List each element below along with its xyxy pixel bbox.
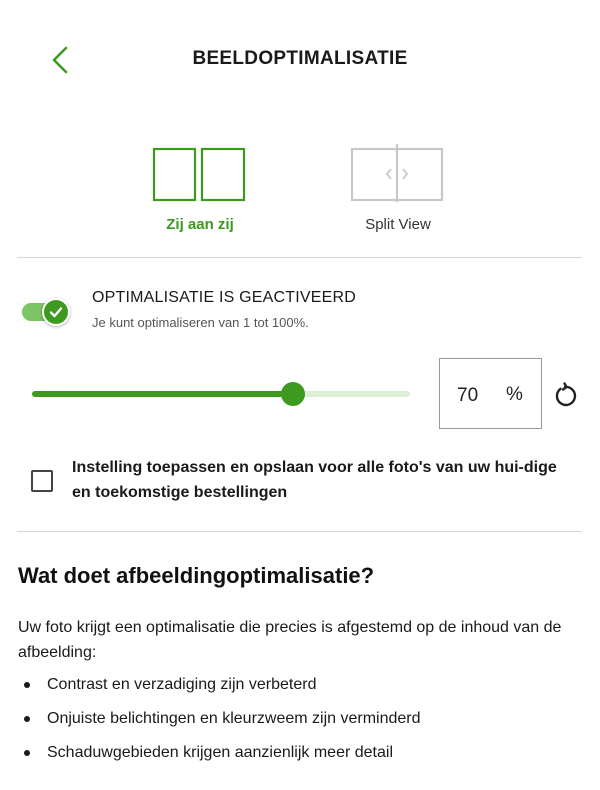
list-item-text: Onjuiste belichtingen en kleurzweem zijn… <box>47 710 421 727</box>
view-option-side-by-side[interactable]: Zij aan zij <box>120 140 280 233</box>
optimization-slider[interactable] <box>32 382 410 406</box>
slider-thumb[interactable] <box>280 382 305 406</box>
page-title: BEELDOPTIMALISATIE <box>192 48 408 69</box>
side-by-side-icon <box>152 147 246 202</box>
percentage-unit: % <box>506 384 523 405</box>
percentage-field[interactable]: % <box>439 358 542 429</box>
optimization-status-title: OPTIMALISATIE IS GEACTIVEERD <box>92 289 357 306</box>
info-intro: Uw foto krijgt een optimalisatie die pre… <box>18 619 562 661</box>
reset-icon <box>555 382 577 407</box>
view-option-label: Split View <box>365 216 431 233</box>
list-item: Onjuiste belichtingen en kleurzweem zijn… <box>18 706 578 740</box>
split-view-icon <box>350 144 444 202</box>
checkmark-icon <box>49 307 63 318</box>
percentage-input[interactable] <box>457 385 487 407</box>
divider <box>17 531 582 532</box>
apply-all-label: Instelling toepassen en opslaan voor all… <box>72 459 557 501</box>
list-item: Contrast en verzadiging zijn verbeterd <box>18 672 578 706</box>
header: BEELDOPTIMALISATIE <box>0 0 600 120</box>
list-item-text: Contrast en verzadiging zijn verbeterd <box>47 676 317 693</box>
view-option-split-view[interactable]: Split View <box>318 140 478 233</box>
bullet <box>24 716 30 722</box>
view-mode-selector: Zij aan zij Split View <box>0 140 600 240</box>
toggle-knob <box>42 298 70 326</box>
list-item: Schaduwgebieden krijgen aanzienlijk meer… <box>18 740 578 774</box>
list-item-text: Schaduwgebieden krijgen aanzienlijk meer… <box>47 744 393 761</box>
view-option-label: Zij aan zij <box>166 216 234 233</box>
apply-all-checkbox[interactable] <box>31 470 53 492</box>
divider <box>17 257 582 258</box>
reset-button[interactable] <box>551 382 579 410</box>
optimization-toggle[interactable] <box>22 298 70 326</box>
bullet <box>24 750 30 756</box>
bullet <box>24 682 30 688</box>
info-list: Contrast en verzadiging zijn verbeterd O… <box>18 672 578 774</box>
info-heading: Wat doet afbeeldingoptimalisatie? <box>18 563 375 588</box>
slider-fill <box>32 391 293 397</box>
optimization-status-subtitle: Je kunt optimaliseren van 1 tot 100%. <box>92 315 309 330</box>
